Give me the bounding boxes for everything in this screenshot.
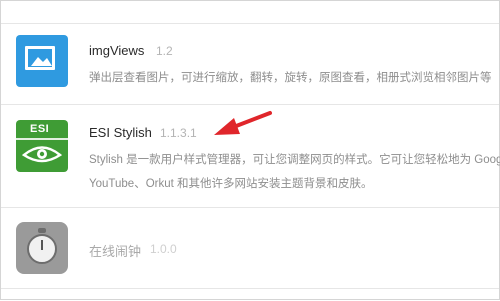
image-icon bbox=[16, 35, 68, 87]
extension-name: 在线闹钟 bbox=[89, 244, 142, 259]
extension-name: imgViews bbox=[89, 43, 145, 58]
extension-description: Stylish 是一款用户样式管理器，可让您调整网页的样式。它可让您轻松地为 G… bbox=[89, 154, 500, 166]
extension-description: 弹出层查看图片，可进行缩放，翻转，旋转，原图查看，相册式浏览相邻图片等 bbox=[89, 72, 492, 84]
extension-name: ESI Stylish bbox=[89, 125, 152, 140]
extension-row-online-alarm[interactable] bbox=[1, 208, 499, 288]
extension-version: 1.1.3.1 bbox=[160, 126, 197, 140]
extension-description: YouTube、Orkut 和其他许多网站安装主题背景和皮肤。 bbox=[89, 178, 373, 190]
extension-version: 1.0.0 bbox=[150, 242, 177, 256]
extension-row-imgviews[interactable] bbox=[1, 24, 499, 104]
esi-eye-icon: ESI bbox=[16, 120, 68, 172]
stopwatch-icon bbox=[16, 222, 68, 274]
extension-version: 1.2 bbox=[156, 44, 173, 58]
row-separator bbox=[1, 288, 499, 289]
extensions-list: imgViews 1.2 弹出层查看图片，可进行缩放，翻转，旋转，原图查看，相册… bbox=[1, 1, 500, 299]
